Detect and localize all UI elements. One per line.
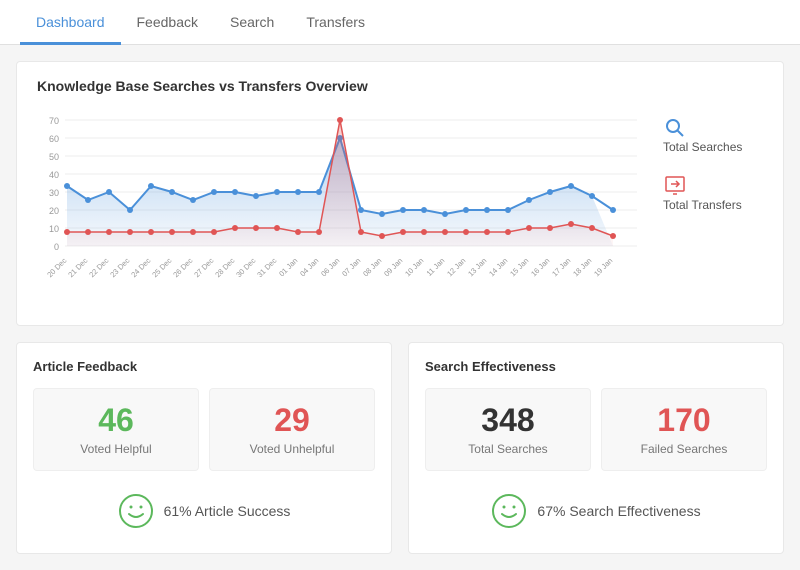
svg-text:12 Jan: 12 Jan [445, 256, 467, 278]
total-searches-label: Total Searches [436, 442, 580, 456]
svg-text:07 Jan: 07 Jan [340, 256, 362, 278]
svg-text:60: 60 [49, 134, 59, 144]
chart-svg: 70 60 50 40 30 20 10 0 [37, 106, 647, 306]
svg-text:09 Jan: 09 Jan [382, 256, 404, 278]
chart-title: Knowledge Base Searches vs Transfers Ove… [37, 78, 763, 94]
tab-search[interactable]: Search [214, 0, 290, 45]
chart-legend: Total Searches Total Transfers [653, 106, 763, 212]
svg-text:22 Dec: 22 Dec [87, 256, 110, 279]
svg-text:15 Jan: 15 Jan [508, 256, 530, 278]
article-success-percent: 61% Article Success [164, 503, 291, 519]
tab-dashboard[interactable]: Dashboard [20, 0, 121, 45]
svg-text:20: 20 [49, 206, 59, 216]
article-feedback-boxes: 46 Voted Helpful 29 Voted Unhelpful [33, 388, 375, 471]
failed-searches-number: 170 [612, 403, 756, 438]
voted-helpful-number: 46 [44, 403, 188, 438]
chart-card: Knowledge Base Searches vs Transfers Ove… [16, 61, 784, 326]
tab-feedback[interactable]: Feedback [121, 0, 214, 45]
svg-text:31 Dec: 31 Dec [255, 256, 278, 279]
svg-text:23 Dec: 23 Dec [108, 256, 131, 279]
legend-transfers-label: Total Transfers [663, 198, 742, 212]
voted-helpful-label: Voted Helpful [44, 442, 188, 456]
svg-text:21 Dec: 21 Dec [66, 256, 89, 279]
legend-total-searches: Total Searches [663, 116, 763, 154]
search-effectiveness-boxes: 348 Total Searches 170 Failed Searches [425, 388, 767, 471]
svg-text:40: 40 [49, 170, 59, 180]
bottom-cards: Article Feedback 46 Voted Helpful 29 Vot… [16, 342, 784, 554]
article-feedback-card: Article Feedback 46 Voted Helpful 29 Vot… [16, 342, 392, 554]
legend-searches-label: Total Searches [663, 140, 742, 154]
svg-text:27 Dec: 27 Dec [192, 256, 215, 279]
app-container: Dashboard Feedback Search Transfers Know… [0, 0, 800, 570]
svg-text:50: 50 [49, 152, 59, 162]
svg-text:26 Dec: 26 Dec [171, 256, 194, 279]
svg-text:06 Jan: 06 Jan [319, 256, 341, 278]
svg-text:30 Dec: 30 Dec [234, 256, 257, 279]
total-searches-number: 348 [436, 403, 580, 438]
voted-unhelpful-number: 29 [220, 403, 364, 438]
article-feedback-title: Article Feedback [33, 359, 375, 374]
svg-text:04 Jan: 04 Jan [298, 256, 320, 278]
voted-helpful-box: 46 Voted Helpful [33, 388, 199, 471]
svg-text:13 Jan: 13 Jan [466, 256, 488, 278]
smiley-icon-search [491, 493, 527, 529]
transfer-icon [663, 174, 687, 198]
legend-total-transfers: Total Transfers [663, 174, 763, 212]
search-effectiveness-row: 67% Search Effectiveness [425, 485, 767, 537]
svg-text:28 Dec: 28 Dec [213, 256, 236, 279]
search-effectiveness-card: Search Effectiveness 348 Total Searches … [408, 342, 784, 554]
failed-searches-box: 170 Failed Searches [601, 388, 767, 471]
svg-text:70: 70 [49, 116, 59, 126]
voted-unhelpful-box: 29 Voted Unhelpful [209, 388, 375, 471]
search-icon [663, 116, 687, 140]
failed-searches-label: Failed Searches [612, 442, 756, 456]
smiley-icon-article [118, 493, 154, 529]
svg-text:20 Dec: 20 Dec [45, 256, 68, 279]
svg-text:10: 10 [49, 224, 59, 234]
svg-text:24 Dec: 24 Dec [129, 256, 152, 279]
svg-text:0: 0 [54, 242, 59, 252]
svg-text:10 Jan: 10 Jan [403, 256, 425, 278]
voted-unhelpful-label: Voted Unhelpful [220, 442, 364, 456]
chart-area: 70 60 50 40 30 20 10 0 [37, 106, 763, 309]
total-searches-box: 348 Total Searches [425, 388, 591, 471]
svg-text:08 Jan: 08 Jan [361, 256, 383, 278]
svg-text:16 Jan: 16 Jan [529, 256, 551, 278]
svg-text:30: 30 [49, 188, 59, 198]
svg-text:01 Jan: 01 Jan [277, 256, 299, 278]
chart-svg-container: 70 60 50 40 30 20 10 0 [37, 106, 653, 309]
svg-text:14 Jan: 14 Jan [487, 256, 509, 278]
tab-transfers[interactable]: Transfers [290, 0, 381, 45]
article-success-row: 61% Article Success [33, 485, 375, 537]
search-effectiveness-title: Search Effectiveness [425, 359, 767, 374]
svg-text:11 Jan: 11 Jan [425, 256, 447, 278]
tabs-nav: Dashboard Feedback Search Transfers [0, 0, 800, 45]
main-content: Knowledge Base Searches vs Transfers Ove… [0, 45, 800, 570]
svg-text:18 Jan: 18 Jan [571, 256, 593, 278]
svg-text:19 Jan: 19 Jan [592, 256, 614, 278]
search-effectiveness-percent: 67% Search Effectiveness [537, 503, 700, 519]
svg-text:17 Jan: 17 Jan [550, 256, 572, 278]
svg-text:25 Dec: 25 Dec [150, 256, 173, 279]
